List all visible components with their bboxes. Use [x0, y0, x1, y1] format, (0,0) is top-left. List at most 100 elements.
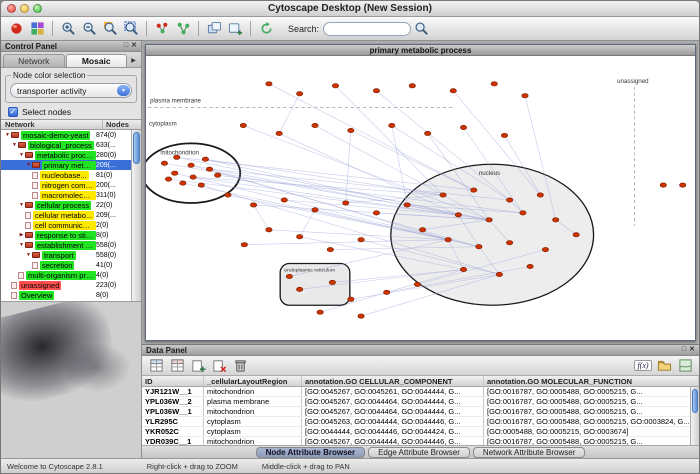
network-node[interactable]: [542, 247, 548, 251]
tab-node-attribute-browser[interactable]: Node Attribute Browser: [256, 447, 366, 458]
expand-arrow-icon[interactable]: ▼: [25, 252, 32, 258]
network-node[interactable]: [348, 128, 354, 132]
table-row[interactable]: YLR295Ccytoplasm[GO:0045263, GO:0044444,…: [142, 417, 699, 427]
network-node[interactable]: [225, 193, 231, 197]
table-row[interactable]: YDR039C__1mitochondrion[GO:0045267, GO:0…: [142, 437, 699, 445]
tree-row[interactable]: Overview8(0): [1, 290, 141, 300]
network-add-icon[interactable]: [225, 19, 245, 39]
network-node[interactable]: [250, 203, 256, 207]
network-node[interactable]: [501, 133, 507, 137]
network-node[interactable]: [414, 282, 420, 286]
table-row[interactable]: YJR121W__1mitochondrion[GO:0045267, GO:0…: [142, 387, 699, 397]
network-node[interactable]: [206, 167, 212, 171]
network-node[interactable]: [424, 131, 430, 135]
network-node[interactable]: [312, 208, 318, 212]
network-node[interactable]: [266, 228, 272, 232]
tree-row[interactable]: nitrogen compo...200(...: [1, 180, 141, 190]
tree-row[interactable]: nucleobase...81(0): [1, 170, 141, 180]
tree-row[interactable]: macromolecule...311(0): [1, 190, 141, 200]
network-node[interactable]: [496, 272, 502, 276]
tree-row[interactable]: ▼metabolic process280(0): [1, 150, 141, 160]
network-node[interactable]: [553, 218, 559, 222]
network-node[interactable]: [537, 193, 543, 197]
table-row[interactable]: YPL036W__2plasma membrane[GO:0045267, GO…: [142, 397, 699, 407]
network-node[interactable]: [312, 123, 318, 127]
zoom-selected-icon[interactable]: [100, 19, 120, 39]
network-node[interactable]: [215, 173, 221, 177]
tree-col-nodes[interactable]: Nodes: [103, 120, 141, 129]
network-node[interactable]: [332, 84, 338, 88]
float-panel-icon[interactable]: □: [124, 42, 128, 50]
network-node[interactable]: [358, 238, 364, 242]
network-node[interactable]: [445, 238, 451, 242]
tree-scrollbar[interactable]: [131, 130, 141, 301]
function-icon[interactable]: f(x): [633, 356, 653, 376]
network-node[interactable]: [281, 198, 287, 202]
tree-row[interactable]: unassigned223(0): [1, 280, 141, 290]
expand-arrow-icon[interactable]: ▼: [18, 202, 25, 208]
column-header[interactable]: ID: [142, 376, 204, 386]
tree-row[interactable]: secretion41(0): [1, 260, 141, 270]
search-go-icon[interactable]: [411, 19, 431, 39]
network-node[interactable]: [296, 92, 302, 96]
tree-row[interactable]: cellular metabo...209(...: [1, 210, 141, 220]
network-node[interactable]: [172, 171, 178, 175]
network-node[interactable]: [348, 297, 354, 301]
expand-arrow-icon[interactable]: ▼: [4, 132, 11, 138]
network-node[interactable]: [520, 211, 526, 215]
tree-row[interactable]: ▼primary metab...209(...: [1, 160, 141, 170]
network-node[interactable]: [296, 287, 302, 291]
network-node[interactable]: [276, 131, 282, 135]
refresh-icon[interactable]: [256, 19, 276, 39]
network-node[interactable]: [327, 247, 333, 251]
network-node[interactable]: [573, 233, 579, 237]
network-overview-thumbnail[interactable]: [1, 302, 141, 458]
network-node[interactable]: [506, 198, 512, 202]
zoom-in-icon[interactable]: [58, 19, 78, 39]
map-icon[interactable]: [675, 356, 695, 376]
network-node[interactable]: [389, 123, 395, 127]
network-node[interactable]: [660, 183, 666, 187]
close-panel-icon[interactable]: ✕: [689, 346, 695, 354]
network-node[interactable]: [198, 183, 204, 187]
new-from-selection-icon[interactable]: [173, 19, 193, 39]
delete-attr-icon[interactable]: [209, 356, 229, 376]
network-node[interactable]: [343, 201, 349, 205]
network-node[interactable]: [460, 125, 466, 129]
tree-row[interactable]: cell communicat...2(0): [1, 220, 141, 230]
network-node[interactable]: [680, 183, 686, 187]
network-node[interactable]: [266, 82, 272, 86]
trash-icon[interactable]: [230, 356, 250, 376]
table-scrollbar-thumb[interactable]: [692, 389, 698, 413]
node-color-dropdown[interactable]: transporter activity ▼: [10, 83, 132, 98]
network-node[interactable]: [358, 314, 364, 318]
expand-arrow-icon[interactable]: ▼: [11, 142, 18, 148]
network-node[interactable]: [296, 235, 302, 239]
tree-row[interactable]: ▼transport558(0): [1, 250, 141, 260]
table-row[interactable]: YPL036W__1mitochondrion[GO:0045267, GO:0…: [142, 407, 699, 417]
tab-edge-attribute-browser[interactable]: Edge Attribute Browser: [368, 447, 470, 458]
network-node[interactable]: [455, 213, 461, 217]
network-node[interactable]: [241, 242, 247, 246]
network-node[interactable]: [450, 89, 456, 93]
network-node[interactable]: [419, 228, 425, 232]
network-canvas[interactable]: plasma membranecytoplasmmitochondrionnuc…: [146, 56, 695, 340]
network-node[interactable]: [190, 175, 196, 179]
close-button[interactable]: [7, 4, 16, 13]
network-node[interactable]: [506, 241, 512, 245]
expand-arrow-icon[interactable]: ▼: [25, 162, 32, 168]
tab-mosaic[interactable]: Mosaic: [66, 54, 128, 67]
expand-arrow-icon[interactable]: ▼: [18, 242, 25, 248]
zoom-fit-icon[interactable]: [121, 19, 141, 39]
network-node[interactable]: [161, 161, 167, 165]
color-grid-icon[interactable]: [27, 19, 47, 39]
network-node[interactable]: [329, 280, 335, 284]
collapse-arrow-icon[interactable]: ▶: [18, 232, 25, 238]
network-node[interactable]: [476, 244, 482, 248]
network-node[interactable]: [373, 89, 379, 93]
network-node[interactable]: [404, 203, 410, 207]
tree-row[interactable]: ▼establishment of...558(0): [1, 240, 141, 250]
search-input[interactable]: [323, 22, 411, 36]
unselect-attr-icon[interactable]: [167, 356, 187, 376]
tab-network[interactable]: Network: [3, 54, 65, 67]
